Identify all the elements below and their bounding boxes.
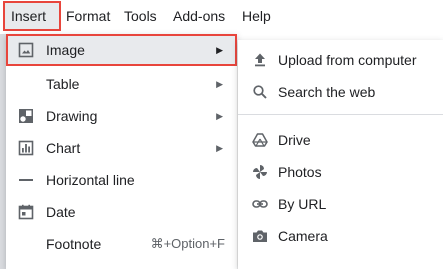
submenu-item-label: Photos: [278, 164, 322, 180]
menu-tools[interactable]: Tools: [118, 3, 163, 29]
submenu-arrow-icon: ▶: [216, 45, 223, 55]
menu-format[interactable]: Format: [60, 3, 116, 29]
submenu-arrow-icon: ▶: [216, 143, 223, 153]
submenu-arrow-icon: ▶: [216, 111, 223, 121]
menu-bar: Insert Format Tools Add-ons Help: [0, 0, 443, 32]
camera-icon: [252, 228, 268, 244]
insert-menu-item-drawing[interactable]: Drawing ▶: [6, 100, 237, 132]
link-icon: [252, 196, 268, 212]
chart-icon: [18, 140, 34, 156]
menu-help[interactable]: Help: [236, 3, 277, 29]
menu-format-label: Format: [66, 8, 111, 24]
menu-help-label: Help: [242, 8, 271, 24]
insert-menu: Image ▶ Table ▶ Drawing ▶ Chart ▶ Horizo…: [6, 34, 237, 269]
insert-menu-item-label: Footnote: [46, 236, 102, 252]
image-submenu: Upload from computer Search the web Driv…: [238, 40, 443, 269]
menu-tools-label: Tools: [124, 8, 157, 24]
upload-icon: [252, 52, 268, 68]
horizontal-line-icon: [18, 172, 34, 188]
submenu-arrow-icon: ▶: [216, 79, 223, 89]
submenu-item-drive[interactable]: Drive: [238, 124, 443, 156]
drive-icon: [252, 132, 268, 148]
submenu-item-label: Drive: [278, 132, 311, 148]
insert-menu-item-label: Horizontal line: [46, 172, 135, 188]
submenu-item-label: Upload from computer: [278, 52, 417, 68]
submenu-separator: [238, 114, 443, 115]
submenu-item-upload[interactable]: Upload from computer: [238, 44, 443, 76]
insert-menu-item-table[interactable]: Table ▶: [6, 68, 237, 100]
menu-insert[interactable]: Insert: [3, 1, 61, 31]
submenu-item-label: Search the web: [278, 84, 376, 100]
insert-menu-item-label: Date: [46, 204, 76, 220]
insert-menu-item-date[interactable]: Date: [6, 196, 237, 228]
insert-menu-item-label: Image: [46, 42, 85, 58]
menu-insert-label: Insert: [11, 8, 47, 24]
calendar-icon: [18, 204, 34, 220]
footnote-shortcut: ⌘+Option+F: [150, 236, 225, 251]
image-icon: [18, 42, 34, 58]
menu-addons[interactable]: Add-ons: [167, 3, 231, 29]
search-icon: [252, 84, 268, 100]
submenu-item-by-url[interactable]: By URL: [238, 188, 443, 220]
insert-menu-item-footnote[interactable]: Footnote ⌘+Option+F: [6, 228, 237, 260]
submenu-item-camera[interactable]: Camera: [238, 220, 443, 252]
submenu-item-photos[interactable]: Photos: [238, 156, 443, 188]
insert-menu-item-image[interactable]: Image ▶: [6, 34, 237, 66]
insert-menu-item-label: Table: [46, 76, 80, 92]
insert-menu-item-chart[interactable]: Chart ▶: [6, 132, 237, 164]
submenu-item-label: Camera: [278, 228, 328, 244]
photos-icon: [252, 164, 268, 180]
menu-addons-label: Add-ons: [173, 8, 226, 24]
insert-menu-item-horizontal-line[interactable]: Horizontal line: [6, 164, 237, 196]
drawing-icon: [18, 108, 34, 124]
submenu-item-search-web[interactable]: Search the web: [238, 76, 443, 108]
insert-menu-item-label: Drawing: [46, 108, 98, 124]
submenu-item-label: By URL: [278, 196, 327, 212]
insert-menu-item-label: Chart: [46, 140, 81, 156]
